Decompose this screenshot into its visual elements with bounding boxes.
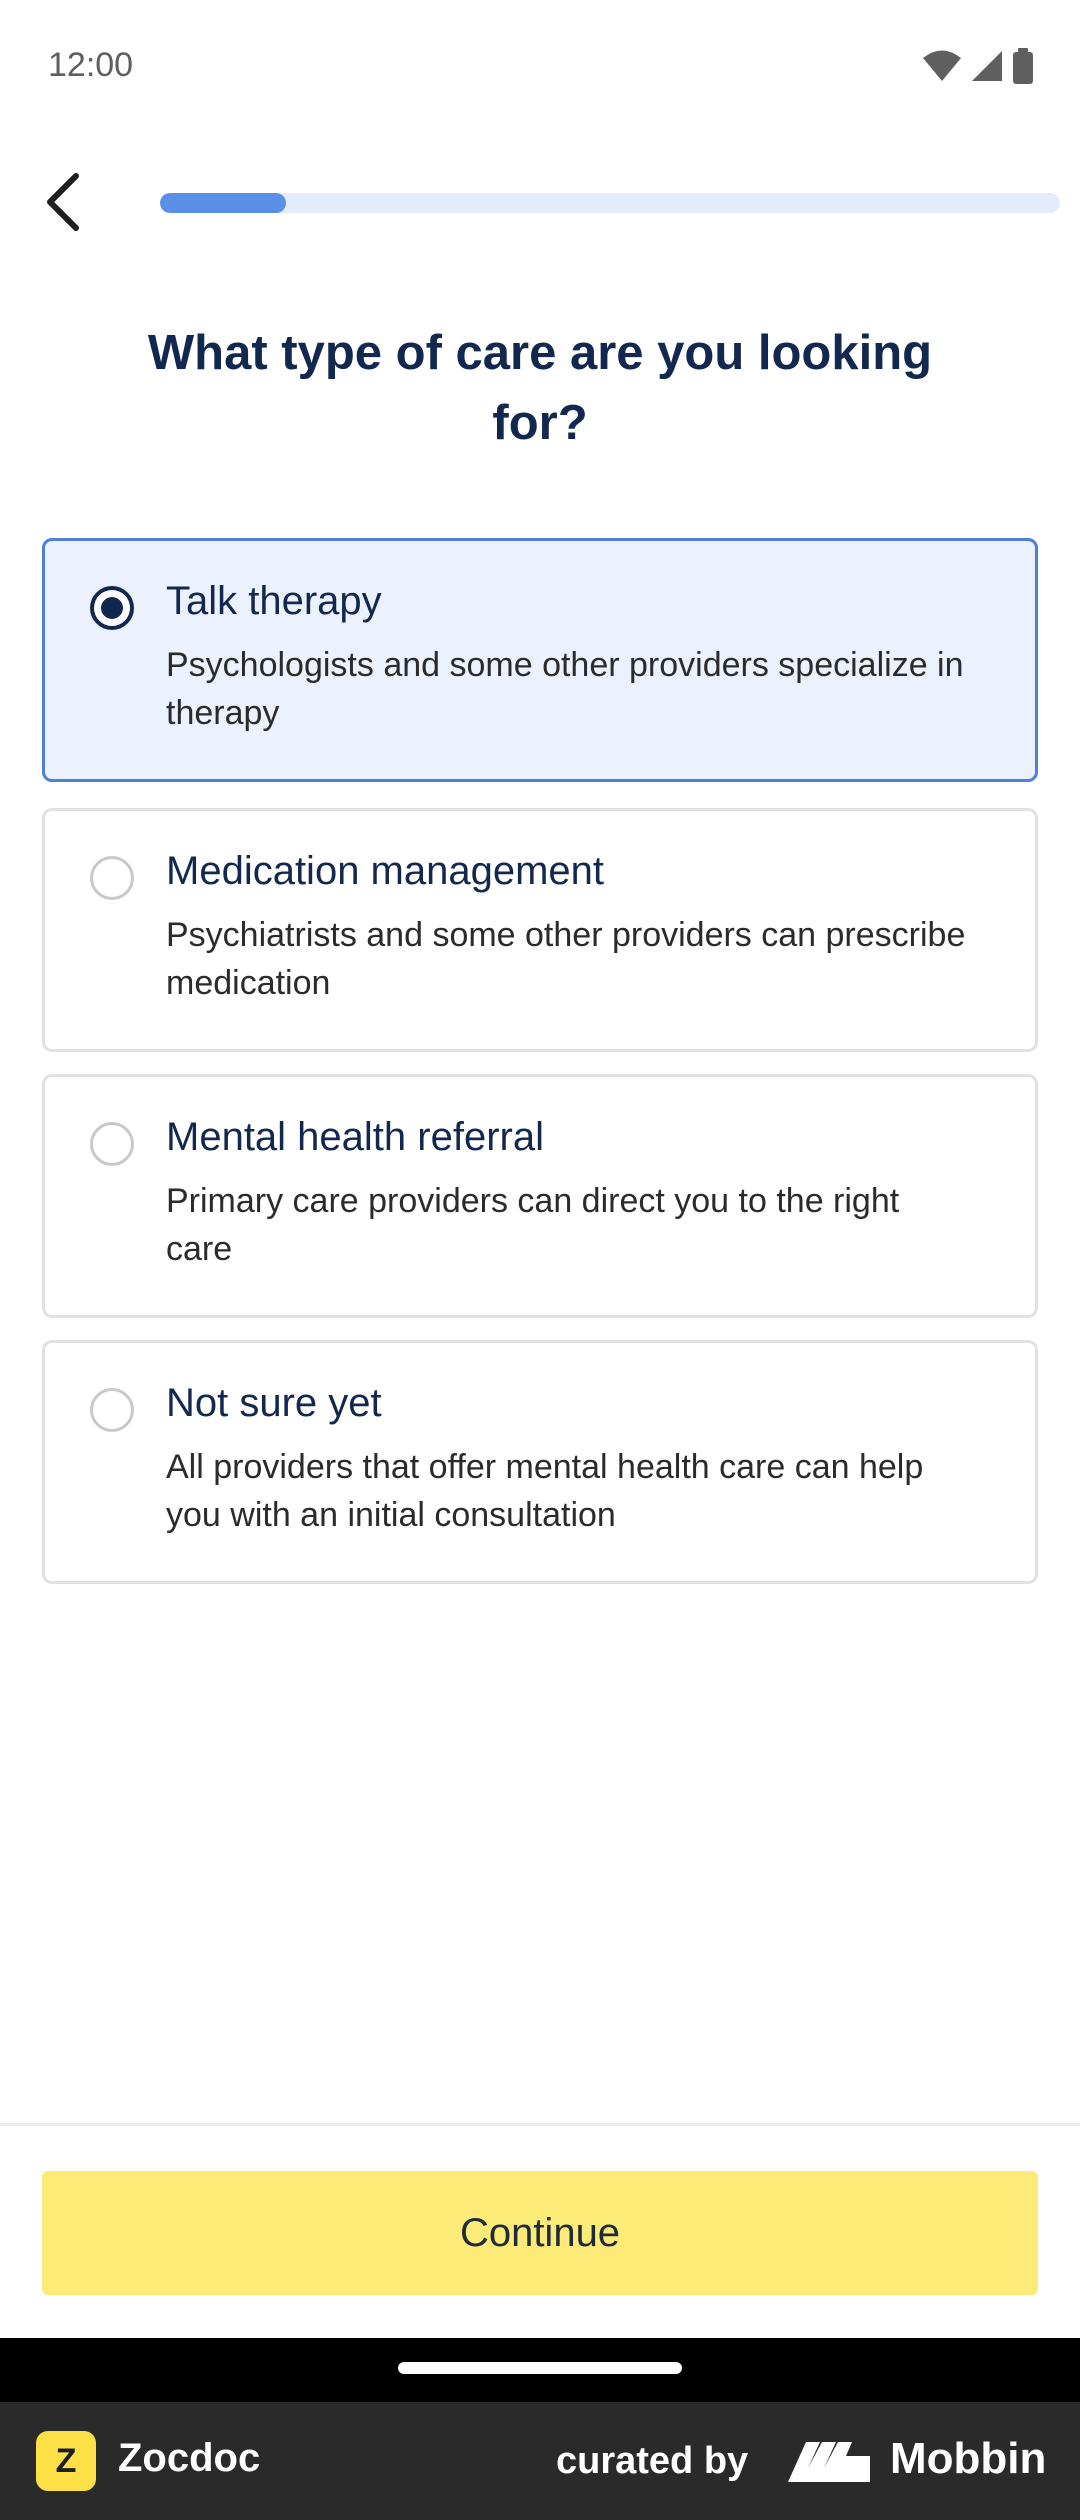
option-talk-therapy[interactable]: Talk therapy Psychologists and some othe…	[42, 538, 1038, 782]
option-description: Primary care providers can direct you to…	[166, 1182, 900, 1268]
radio-button[interactable]	[90, 856, 134, 900]
radio-button[interactable]	[90, 1122, 134, 1166]
wifi-icon	[923, 50, 961, 81]
option-title: Not sure yet	[166, 1381, 382, 1425]
app-name: Zocdoc	[118, 2436, 261, 2480]
back-button[interactable]	[30, 162, 94, 242]
status-time: 12:00	[48, 46, 134, 84]
option-mental-health-referral[interactable]: Mental health referral Primary care prov…	[42, 1074, 1038, 1318]
status-icons	[922, 48, 1034, 84]
progress-bar	[160, 193, 1060, 213]
status-bar: 12:00	[0, 0, 1080, 130]
option-description: Psychiatrists and some other providers c…	[166, 916, 966, 1002]
curator-name: Mobbin	[890, 2434, 1047, 2483]
footer: Continue	[0, 2123, 1080, 2338]
option-title: Medication management	[166, 849, 605, 893]
option-description: Psychologists and some other providers s…	[166, 646, 964, 732]
chevron-left-icon	[47, 173, 79, 231]
option-medication-management[interactable]: Medication management Psychiatrists and …	[42, 808, 1038, 1052]
option-title: Mental health referral	[166, 1115, 544, 1159]
radio-button-selected[interactable]	[90, 586, 134, 630]
mobbin-logo-icon	[788, 2442, 870, 2482]
option-title: Talk therapy	[166, 579, 382, 623]
navigation-bar	[0, 2338, 1080, 2402]
signal-icon	[972, 51, 1002, 81]
option-description: All providers that offer mental health c…	[166, 1448, 924, 1534]
brand-strip: Z Zocdoc curated by Mobbin	[0, 2402, 1080, 2520]
progress-fill	[160, 193, 286, 213]
option-not-sure-yet[interactable]: Not sure yet All providers that offer me…	[42, 1340, 1038, 1584]
continue-button[interactable]: Continue	[42, 2171, 1038, 2295]
home-indicator[interactable]	[398, 2362, 682, 2374]
radio-button[interactable]	[90, 1388, 134, 1432]
question-title: What type of care are you looking for?	[147, 326, 933, 450]
zocdoc-logo-icon: Z	[36, 2431, 96, 2491]
battery-icon	[1013, 48, 1033, 84]
curated-by-label: curated by	[556, 2440, 749, 2482]
